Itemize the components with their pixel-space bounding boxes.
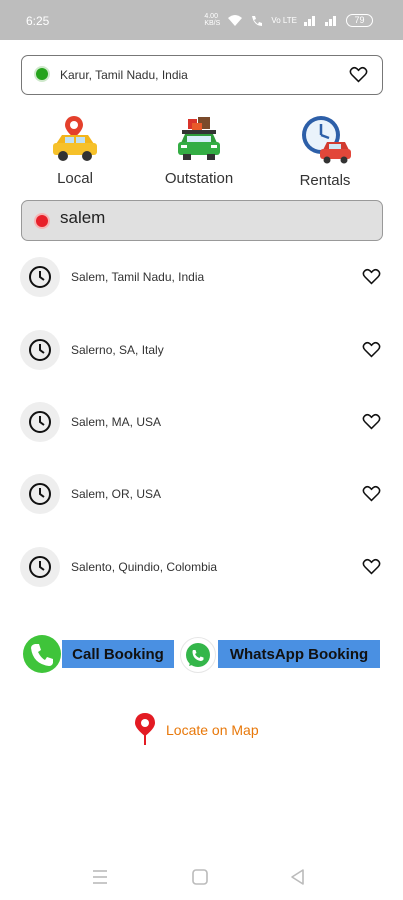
call-signal-icon — [252, 15, 263, 26]
service-label-rentals: Rentals — [299, 172, 351, 189]
destination-search-input[interactable]: salem — [21, 200, 383, 241]
service-local[interactable]: Local — [25, 114, 125, 187]
service-label-local: Local — [57, 170, 93, 187]
map-pin-icon — [135, 713, 155, 745]
service-outstation[interactable]: Outstation — [149, 114, 249, 187]
battery-icon: 79 — [346, 13, 373, 27]
favorite-heart-icon[interactable] — [362, 485, 381, 502]
wifi-icon — [228, 14, 243, 26]
recent-clock-icon — [20, 547, 60, 587]
back-icon[interactable] — [286, 866, 310, 888]
favorite-heart-icon[interactable] — [362, 268, 381, 285]
service-rentals[interactable]: Rentals — [275, 114, 375, 189]
phone-icon[interactable] — [23, 635, 61, 673]
home-icon[interactable] — [188, 866, 212, 888]
whatsapp-booking-label: WhatsApp Booking — [229, 645, 369, 663]
favorite-heart-icon[interactable] — [362, 341, 381, 358]
call-booking-label: Call Booking — [72, 645, 164, 663]
result-item[interactable]: Salem, MA, USA — [0, 397, 403, 447]
result-label: Salem, Tamil Nadu, India — [71, 270, 205, 284]
result-item[interactable]: Salem, Tamil Nadu, India — [0, 252, 403, 302]
menu-icon[interactable] — [88, 866, 112, 888]
recent-clock-icon — [20, 257, 60, 297]
favorite-heart-icon[interactable] — [362, 413, 381, 430]
recent-clock-icon — [20, 402, 60, 442]
whatsapp-icon[interactable] — [180, 637, 216, 673]
clock-car-icon — [302, 116, 351, 164]
signal-bars-icon-2 — [325, 16, 336, 26]
result-label: Salem, OR, USA — [71, 487, 162, 501]
loaded-car-icon — [178, 117, 220, 160]
result-label: Salerno, SA, Italy — [71, 343, 164, 357]
result-item[interactable]: Salem, OR, USA — [0, 469, 403, 519]
search-query-text: salem — [60, 208, 106, 227]
network-speed: 4.00 KB/S — [204, 13, 221, 27]
status-bar: 6:25 4.00 KB/S Vo LTE 79 — [0, 0, 403, 40]
volte-indicator: Vo LTE — [271, 15, 297, 25]
result-label: Salento, Quindio, Colombia — [71, 560, 218, 574]
result-item[interactable]: Salerno, SA, Italy — [0, 325, 403, 375]
taxi-icon — [53, 116, 97, 161]
signal-bars-icon — [304, 16, 315, 26]
favorite-heart-icon[interactable] — [349, 66, 368, 83]
locate-on-map-label: Locate on Map — [166, 722, 259, 738]
service-label-outstation: Outstation — [164, 170, 234, 187]
battery-level: 79 — [354, 15, 365, 25]
result-item[interactable]: Salento, Quindio, Colombia — [0, 542, 403, 592]
status-icons: 4.00 KB/S Vo LTE 79 — [204, 13, 373, 27]
status-time: 6:25 — [26, 14, 50, 28]
call-booking-button[interactable]: Call Booking — [62, 640, 174, 668]
pickup-location-text: Karur, Tamil Nadu, India — [60, 68, 188, 82]
pickup-dot-icon — [36, 68, 48, 80]
destination-dot-icon — [36, 215, 48, 227]
result-label: Salem, MA, USA — [71, 415, 162, 429]
favorite-heart-icon[interactable] — [362, 558, 381, 575]
recent-clock-icon — [20, 474, 60, 514]
recent-clock-icon — [20, 330, 60, 370]
whatsapp-booking-button[interactable]: WhatsApp Booking — [218, 640, 380, 668]
locate-on-map-button[interactable]: Locate on Map — [133, 712, 283, 746]
pickup-location-field[interactable]: Karur, Tamil Nadu, India — [21, 55, 383, 95]
